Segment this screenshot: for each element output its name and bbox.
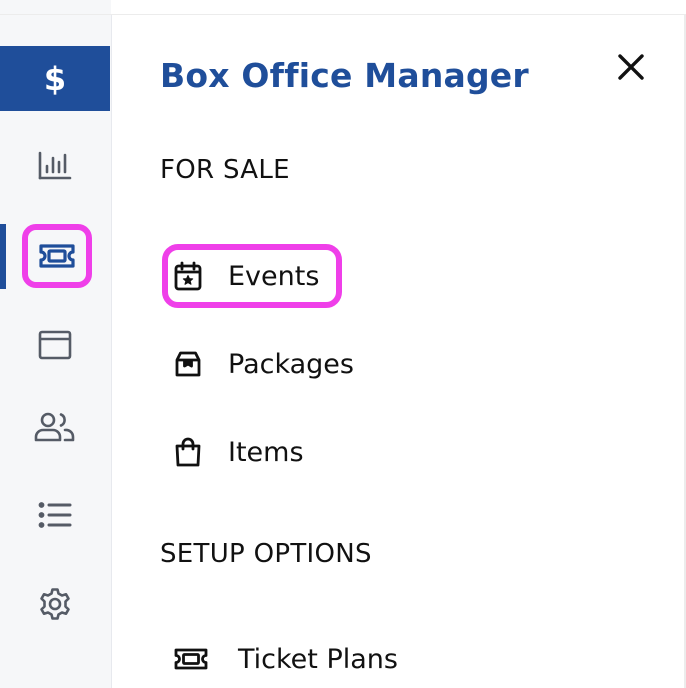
calendar-star-icon [162, 260, 214, 292]
list-icon [38, 501, 72, 529]
nav-item-events[interactable]: Events [162, 248, 319, 304]
box-office-highlight-ring [22, 224, 92, 288]
rail-item-settings[interactable] [0, 572, 110, 636]
page-title: Box Office Manager [160, 56, 529, 95]
nav-label-ticket-plans: Ticket Plans [238, 643, 398, 675]
dollar-icon: $ [43, 59, 67, 98]
users-icon [34, 411, 76, 443]
section-heading-for-sale: FOR SALE [160, 155, 290, 185]
brand-dollar-button[interactable]: $ [0, 46, 110, 111]
bar-chart-icon [37, 150, 73, 182]
close-icon [617, 53, 645, 85]
nav-label-events: Events [228, 260, 320, 292]
app-root: $ Box Office Manager FOR SALE Events Pac… [0, 0, 686, 688]
rail-item-customers[interactable] [0, 395, 110, 459]
rail-item-lists[interactable] [0, 483, 110, 547]
gear-icon [38, 587, 72, 621]
nav-item-ticket-plans[interactable]: Ticket Plans [162, 631, 398, 687]
nav-label-packages: Packages [228, 348, 354, 380]
section-heading-setup-options: SETUP OPTIONS [160, 539, 372, 569]
ticket-icon [162, 643, 224, 675]
close-button[interactable] [612, 50, 650, 88]
package-icon [162, 348, 214, 380]
shopping-bag-icon [162, 436, 214, 468]
icon-rail: $ [0, 0, 112, 688]
rail-item-reports[interactable] [0, 134, 110, 198]
panel-top-divider [111, 0, 686, 15]
nav-item-items[interactable]: Items [162, 424, 304, 480]
nav-label-items: Items [228, 436, 304, 468]
rail-item-website[interactable] [0, 313, 110, 377]
nav-item-packages[interactable]: Packages [162, 336, 354, 392]
browser-window-icon [38, 330, 72, 360]
rail-top-divider [0, 0, 111, 15]
